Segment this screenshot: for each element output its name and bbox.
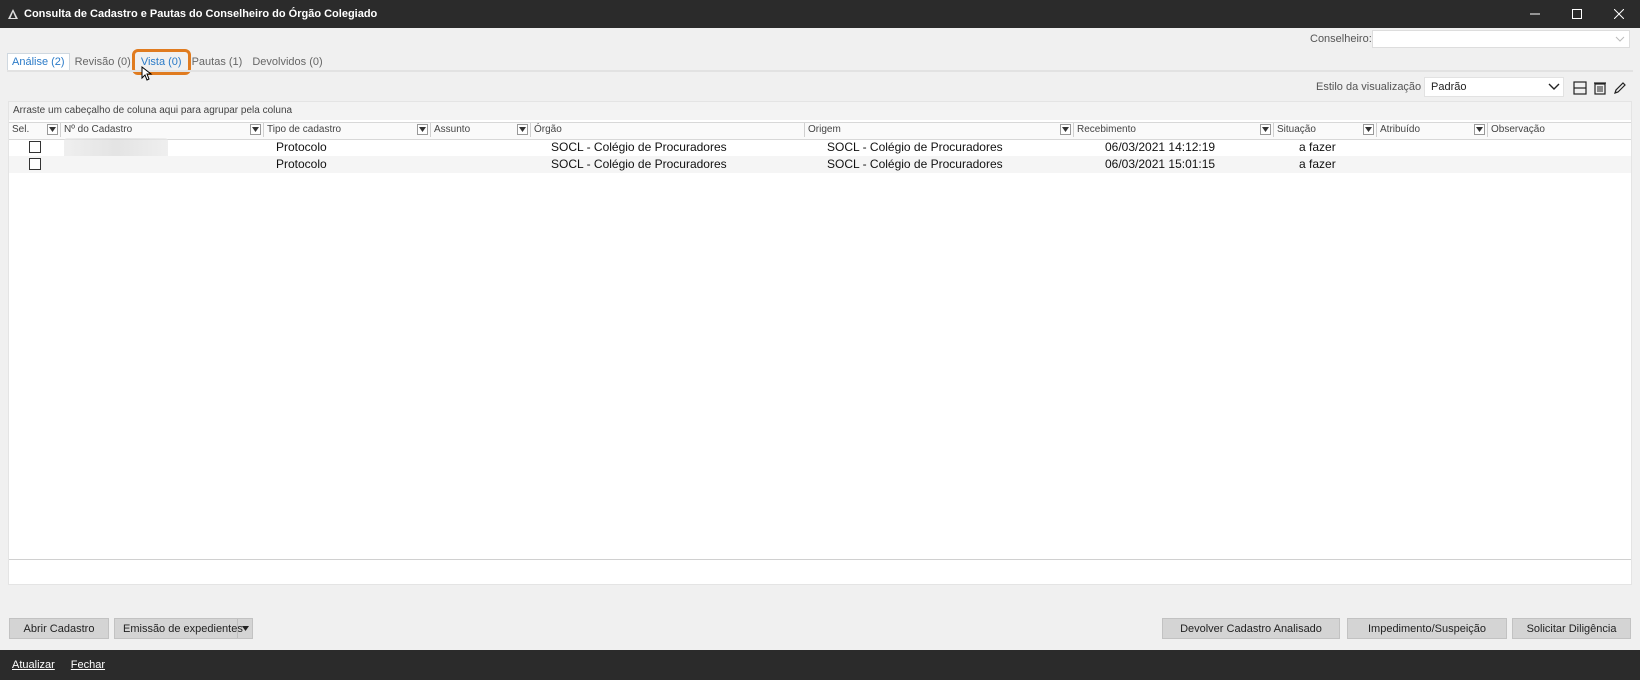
filter-icon[interactable] bbox=[1474, 124, 1485, 135]
cell-recebimento: 06/03/2021 14:12:19 bbox=[1105, 140, 1216, 154]
conselheiro-select[interactable] bbox=[1372, 30, 1630, 48]
app-icon bbox=[7, 8, 19, 20]
tab-analise[interactable]: Análise (2) bbox=[7, 53, 70, 71]
chevron-down-icon bbox=[1548, 83, 1560, 90]
tab-revisao[interactable]: Revisão (0) bbox=[70, 53, 136, 71]
tab-pautas[interactable]: Pautas (1) bbox=[187, 53, 248, 71]
cell-orgao: SOCL - Colégio de Procuradores bbox=[551, 157, 727, 171]
delete-layout-icon[interactable] bbox=[1592, 80, 1608, 96]
filter-icon[interactable] bbox=[1363, 124, 1374, 135]
table-row[interactable]: Protocolo SOCL - Colégio de Procuradores… bbox=[9, 156, 1631, 173]
cell-orgao: SOCL - Colégio de Procuradores bbox=[551, 140, 727, 154]
filter-icon[interactable] bbox=[417, 124, 428, 135]
viz-style-label: Estilo da visualização bbox=[1316, 81, 1422, 93]
column-header-tipo[interactable]: Tipo de cadastro bbox=[264, 123, 431, 137]
column-header-origem[interactable]: Origem bbox=[805, 123, 1074, 137]
filter-icon[interactable] bbox=[250, 124, 261, 135]
column-header-observacao[interactable]: Observação bbox=[1488, 123, 1631, 137]
title-bar: Consulta de Cadastro e Pautas do Conselh… bbox=[0, 0, 1640, 28]
filter-icon[interactable] bbox=[1260, 124, 1271, 135]
cell-situacao: a fazer bbox=[1299, 140, 1336, 154]
viz-style-value: Padrão bbox=[1431, 81, 1467, 93]
tab-divider bbox=[7, 70, 1633, 72]
row-select-checkbox[interactable] bbox=[29, 158, 41, 170]
bottom-bar: Atualizar Fechar bbox=[0, 650, 1640, 680]
atualizar-link[interactable]: Atualizar bbox=[12, 659, 55, 671]
fechar-link[interactable]: Fechar bbox=[71, 659, 105, 671]
column-header-situacao[interactable]: Situação bbox=[1274, 123, 1377, 137]
grid-header: Sel. Nº do Cadastro Tipo de cadastro Ass… bbox=[9, 122, 1631, 140]
caret-down-icon bbox=[241, 626, 249, 631]
minimize-button[interactable] bbox=[1514, 0, 1556, 28]
tab-devolvidos[interactable]: Devolvidos (0) bbox=[247, 53, 327, 71]
cell-origem: SOCL - Colégio de Procuradores bbox=[827, 157, 1003, 171]
column-header-recebimento[interactable]: Recebimento bbox=[1074, 123, 1274, 137]
emissao-expedientes-button[interactable]: Emissão de expedientes bbox=[114, 618, 253, 639]
filter-icon[interactable] bbox=[517, 124, 528, 135]
mouse-cursor-icon bbox=[141, 66, 153, 81]
tab-bar: Análise (2) Revisão (0) Vista (0) Pautas… bbox=[7, 49, 328, 75]
window-title: Consulta de Cadastro e Pautas do Conselh… bbox=[24, 8, 378, 20]
cell-tipo: Protocolo bbox=[276, 140, 327, 154]
cell-origem: SOCL - Colégio de Procuradores bbox=[827, 140, 1003, 154]
edit-layout-icon[interactable] bbox=[1612, 80, 1628, 96]
cadastro-grid: Arraste um cabeçalho de coluna aqui para… bbox=[8, 101, 1632, 585]
cell-situacao: a fazer bbox=[1299, 157, 1336, 171]
minimize-icon bbox=[1530, 13, 1540, 15]
column-header-assunto[interactable]: Assunto bbox=[431, 123, 531, 137]
close-icon bbox=[1614, 9, 1624, 19]
table-row[interactable]: Protocolo SOCL - Colégio de Procuradores… bbox=[9, 139, 1631, 156]
conselheiro-label: Conselheiro: bbox=[1310, 33, 1372, 45]
save-layout-icon[interactable] bbox=[1572, 80, 1588, 96]
cell-tipo: Protocolo bbox=[276, 157, 327, 171]
maximize-icon bbox=[1572, 9, 1582, 19]
emissao-dropdown-button[interactable] bbox=[237, 619, 252, 638]
abrir-cadastro-button[interactable]: Abrir Cadastro bbox=[9, 618, 109, 639]
column-header-numero[interactable]: Nº do Cadastro bbox=[61, 123, 264, 137]
impedimento-suspeicao-button[interactable]: Impedimento/Suspeição bbox=[1347, 618, 1507, 639]
cell-recebimento: 06/03/2021 15:01:15 bbox=[1105, 157, 1216, 171]
viz-style-select[interactable]: Padrão bbox=[1424, 77, 1564, 97]
group-by-hint[interactable]: Arraste um cabeçalho de coluna aqui para… bbox=[9, 102, 1631, 120]
filter-icon[interactable] bbox=[1060, 124, 1071, 135]
maximize-button[interactable] bbox=[1556, 0, 1598, 28]
solicitar-diligencia-button[interactable]: Solicitar Diligência bbox=[1512, 618, 1631, 639]
row-select-checkbox[interactable] bbox=[29, 141, 41, 153]
grid-footer-divider bbox=[9, 559, 1631, 560]
column-header-orgao[interactable]: Órgão bbox=[531, 123, 805, 137]
close-button[interactable] bbox=[1598, 0, 1640, 28]
chevron-down-icon bbox=[1615, 36, 1625, 42]
devolver-cadastro-button[interactable]: Devolver Cadastro Analisado bbox=[1162, 618, 1340, 639]
filter-icon[interactable] bbox=[47, 124, 58, 135]
column-header-atribuido[interactable]: Atribuído bbox=[1377, 123, 1488, 137]
